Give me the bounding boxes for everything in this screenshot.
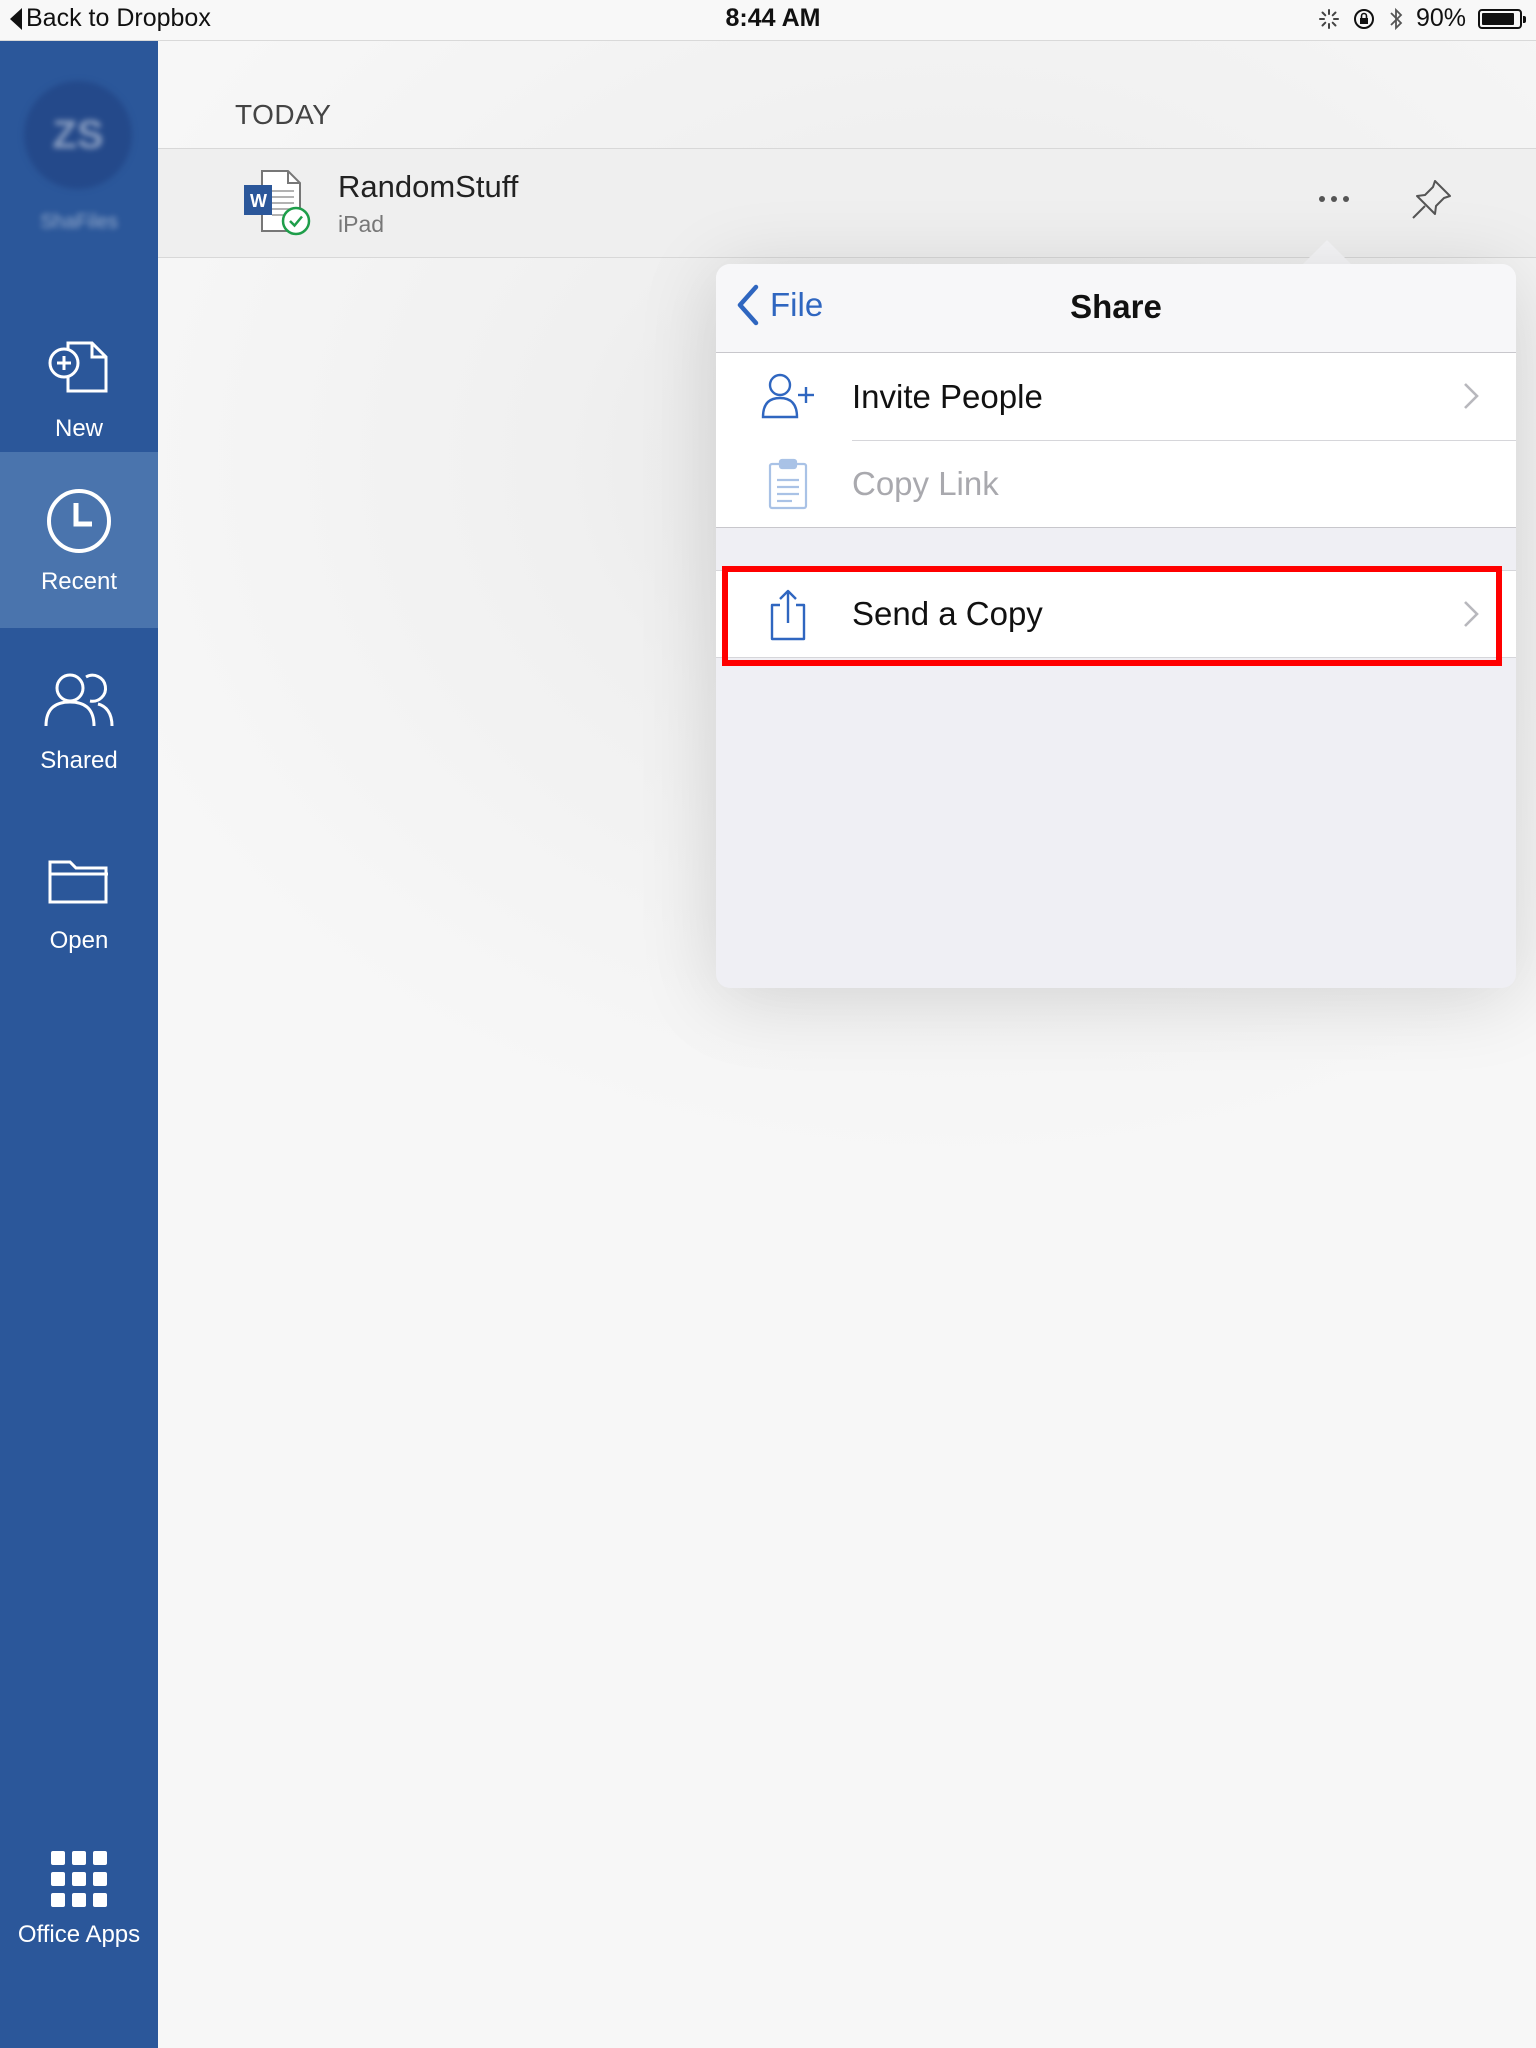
- file-name: RandomStuff: [338, 169, 519, 204]
- status-indicators: 90%: [1318, 4, 1526, 33]
- sidebar-item-label: Open: [49, 927, 109, 954]
- sidebar: ZS ShaFiles New Recent Shared Open Offic…: [0, 41, 158, 2048]
- share-icon: [770, 589, 806, 641]
- battery-icon: [1478, 8, 1526, 29]
- sidebar-item-label: Recent: [40, 568, 118, 595]
- invite-people-label: Invite People: [852, 377, 1043, 415]
- share-options-group: Invite People Copy Link: [716, 353, 1516, 528]
- svg-text:W: W: [250, 191, 267, 211]
- send-options-group: Send a Copy: [716, 570, 1516, 658]
- popover-title: Share: [1070, 288, 1162, 325]
- status-time: 8:44 AM: [725, 4, 821, 32]
- battery-level-fill: [1482, 12, 1514, 25]
- rotation-lock-icon: [1353, 8, 1374, 29]
- battery-percent: 90%: [1415, 4, 1466, 32]
- chevron-right-icon: [1464, 601, 1479, 627]
- app-grid-icon: [51, 1851, 107, 1907]
- more-options-button[interactable]: [1304, 179, 1364, 219]
- activity-spinner-icon: [1318, 8, 1339, 29]
- dot: [1319, 196, 1325, 202]
- sidebar-item-recent[interactable]: Recent: [0, 452, 158, 628]
- add-person-icon: [761, 373, 814, 419]
- sidebar-item-new[interactable]: New: [0, 299, 158, 475]
- chevron-right-icon: [1464, 383, 1479, 409]
- folder-icon: [42, 843, 116, 917]
- popover-arrow: [1303, 240, 1351, 264]
- send-a-copy-item[interactable]: Send a Copy: [716, 571, 1516, 657]
- copy-link-item: Copy Link: [716, 440, 1516, 527]
- people-icon: [42, 663, 116, 737]
- avatar[interactable]: ZS: [24, 81, 132, 189]
- sidebar-item-label: New: [54, 415, 103, 442]
- file-location: iPad: [338, 211, 385, 237]
- pin-icon[interactable]: [1408, 177, 1454, 223]
- clipboard-icon: [768, 458, 808, 510]
- section-header: TODAY: [235, 99, 332, 130]
- share-popover: File Share Invite People Copy Link Send …: [716, 264, 1516, 988]
- sidebar-item-label: Shared: [40, 747, 118, 774]
- dot: [1331, 196, 1337, 202]
- status-bar: Back to Dropbox 8:44 AM 90%: [0, 0, 1536, 41]
- word-document-icon: W: [244, 170, 311, 236]
- clock-icon: [42, 484, 116, 558]
- account-name[interactable]: ShaFiles: [0, 211, 158, 234]
- dot: [1343, 196, 1349, 202]
- sidebar-item-open[interactable]: Open: [0, 811, 158, 987]
- new-document-icon: [42, 331, 116, 405]
- bluetooth-icon: [1390, 7, 1403, 30]
- send-a-copy-label: Send a Copy: [852, 595, 1043, 632]
- office-apps-label: Office Apps: [17, 1921, 141, 1948]
- copy-link-label: Copy Link: [852, 464, 999, 502]
- office-apps-button[interactable]: Office Apps: [0, 1851, 158, 1949]
- invite-people-item[interactable]: Invite People: [716, 353, 1516, 440]
- sidebar-item-shared[interactable]: Shared: [0, 631, 158, 807]
- popover-header: File Share: [716, 264, 1516, 353]
